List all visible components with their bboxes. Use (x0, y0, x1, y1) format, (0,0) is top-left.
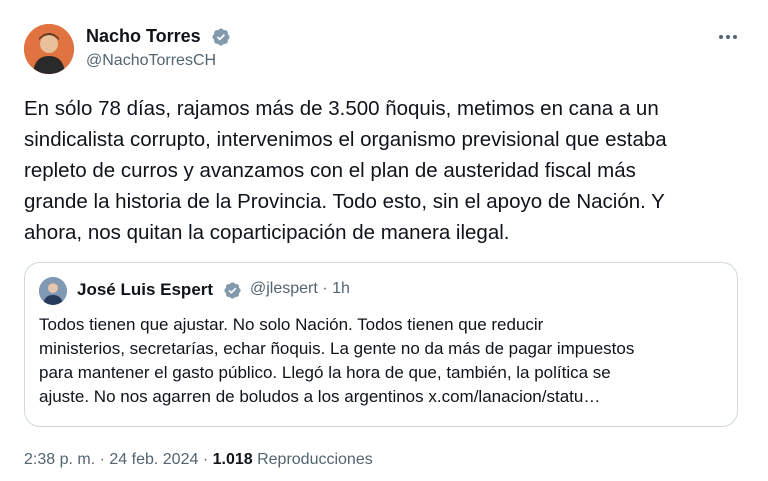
author-display-name[interactable]: Nacho Torres (86, 26, 201, 47)
views-count: 1.018 (212, 451, 253, 468)
quoted-tweet-meta: @jlespert · 1h (250, 280, 350, 298)
tweet-footer: 2:38 p. m. · 24 feb. 2024 · 1.018 Reprod… (24, 451, 373, 469)
author-avatar[interactable] (24, 24, 74, 74)
footer-separator: · (99, 451, 105, 468)
tweet-time[interactable]: 2:38 p. m. (24, 451, 95, 468)
quoted-author-avatar[interactable] (39, 277, 67, 305)
tweet-text: En sólo 78 días, rajamos más de 3.500 ño… (24, 97, 667, 244)
verified-badge-icon (223, 281, 242, 300)
quoted-author-display-name: José Luis Espert (77, 280, 214, 299)
verified-badge-icon (211, 27, 231, 47)
views-label: Reproducciones (257, 451, 373, 468)
quoted-tweet-time: 1h (332, 280, 350, 297)
tweet-date[interactable]: 24 feb. 2024 (109, 451, 198, 468)
more-horizontal-icon (719, 35, 737, 39)
quoted-tweet-text: Todos tienen que ajustar. No solo Nación… (39, 315, 635, 406)
author-handle[interactable]: @NachoTorresCH (86, 52, 216, 70)
meta-separator: · (322, 280, 328, 297)
quoted-author-handle: @jlespert (250, 280, 318, 297)
tweet-card: Nacho Torres @NachoTorresCH En sólo 78 d… (0, 0, 768, 481)
quoted-tweet[interactable]: José Luis Espert @jlespert · 1h Todos ti… (24, 262, 738, 427)
more-options-button[interactable] (714, 26, 742, 48)
footer-separator: · (202, 451, 209, 468)
